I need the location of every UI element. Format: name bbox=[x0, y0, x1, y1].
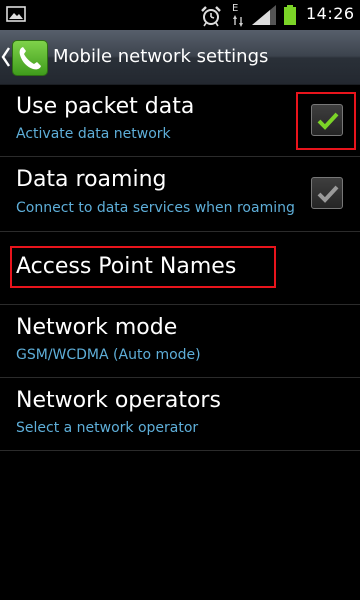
status-bar: E 14:26 bbox=[0, 0, 360, 30]
data-arrows-icon bbox=[233, 15, 243, 27]
setting-title: Use packet data bbox=[16, 94, 195, 119]
setting-network-operators[interactable]: Network operators Select a network opera… bbox=[0, 378, 360, 451]
back-chevron-icon[interactable] bbox=[1, 46, 11, 68]
setting-subtitle: Activate data network bbox=[16, 126, 171, 142]
setting-subtitle: GSM/WCDMA (Auto mode) bbox=[16, 347, 201, 363]
setting-title: Network mode bbox=[16, 315, 178, 340]
check-icon bbox=[317, 185, 339, 203]
clock-time: 14:26 bbox=[306, 4, 355, 23]
setting-title: Network operators bbox=[16, 388, 221, 413]
setting-subtitle: Select a network operator bbox=[16, 420, 199, 436]
action-bar: Mobile network settings bbox=[0, 30, 360, 85]
setting-network-mode[interactable]: Network mode GSM/WCDMA (Auto mode) bbox=[0, 305, 360, 378]
page-title: Mobile network settings bbox=[53, 46, 269, 67]
data-roaming-checkbox[interactable] bbox=[311, 177, 343, 209]
checkbox-highlight-box bbox=[296, 92, 356, 150]
apn-highlight-box bbox=[10, 246, 276, 288]
signal-icon bbox=[252, 5, 276, 25]
setting-subtitle: Connect to data services when roaming bbox=[16, 200, 295, 216]
setting-title: Data roaming bbox=[16, 167, 167, 192]
battery-icon bbox=[284, 5, 296, 25]
alarm-icon bbox=[201, 6, 221, 27]
network-type: E bbox=[232, 3, 239, 14]
phone-icon[interactable] bbox=[12, 40, 48, 76]
setting-data-roaming[interactable]: Data roaming Connect to data services wh… bbox=[0, 157, 360, 232]
gallery-icon bbox=[6, 6, 26, 22]
